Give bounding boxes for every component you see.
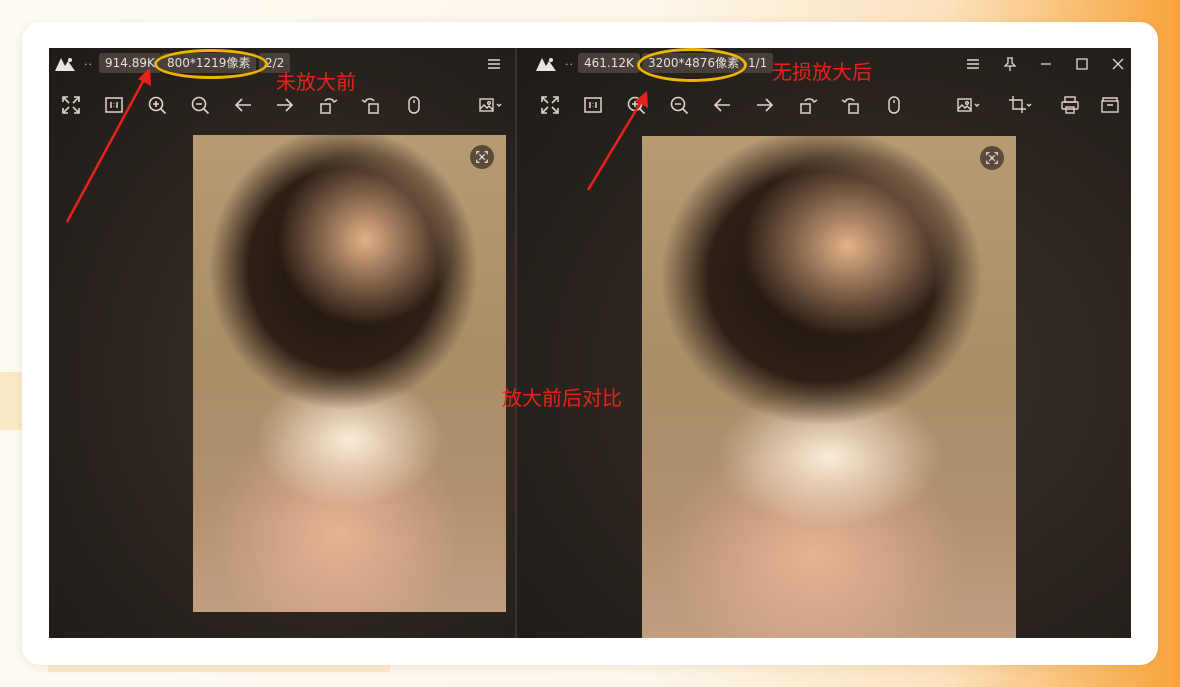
rotate-left-icon[interactable] bbox=[315, 92, 341, 118]
close-icon[interactable] bbox=[1110, 56, 1126, 72]
fit-screen-icon[interactable] bbox=[470, 145, 494, 169]
image-viewer-after: .. 461.12K 3200*4876像素 1/1 bbox=[515, 48, 1131, 638]
annotation-compare: 放大前后对比 bbox=[502, 386, 622, 410]
portrait-image-after bbox=[642, 136, 1016, 638]
file-size-badge: 914.89K bbox=[99, 53, 161, 73]
previous-icon[interactable] bbox=[230, 92, 256, 118]
mouse-icon[interactable] bbox=[881, 92, 907, 118]
next-icon[interactable] bbox=[752, 92, 778, 118]
background-line bbox=[48, 664, 390, 672]
actual-size-icon[interactable] bbox=[101, 92, 127, 118]
app-logo-icon bbox=[536, 58, 556, 71]
rotate-right-icon[interactable] bbox=[358, 92, 384, 118]
fullscreen-icon[interactable] bbox=[537, 92, 563, 118]
zoom-out-icon[interactable] bbox=[187, 92, 213, 118]
actual-size-icon[interactable] bbox=[580, 92, 606, 118]
portrait-image-before bbox=[193, 135, 506, 612]
maximize-icon[interactable] bbox=[1074, 56, 1090, 72]
rotate-left-icon[interactable] bbox=[795, 92, 821, 118]
title-dots: .. bbox=[84, 55, 93, 68]
image-viewer-before: .. 914.89K 800*1219像素 2/2 bbox=[49, 48, 515, 638]
previous-icon[interactable] bbox=[709, 92, 735, 118]
image-options-icon[interactable] bbox=[953, 92, 985, 118]
fullscreen-icon[interactable] bbox=[58, 92, 84, 118]
dimensions-badge: 3200*4876像素 bbox=[642, 53, 746, 73]
app-logo-icon bbox=[55, 58, 75, 71]
viewer-toolbar bbox=[517, 92, 1131, 120]
dimensions-badge: 800*1219像素 bbox=[161, 53, 257, 73]
title-dots: .. bbox=[565, 55, 574, 68]
zoom-in-icon[interactable] bbox=[623, 92, 649, 118]
viewer-toolbar bbox=[49, 92, 515, 120]
page-counter: 1/1 bbox=[742, 53, 774, 73]
menu-icon[interactable] bbox=[486, 56, 502, 72]
zoom-in-icon[interactable] bbox=[144, 92, 170, 118]
fit-screen-icon[interactable] bbox=[980, 146, 1004, 170]
annotation-after: 无损放大后 bbox=[772, 60, 872, 84]
mouse-icon[interactable] bbox=[401, 92, 427, 118]
menu-icon[interactable] bbox=[965, 56, 981, 72]
crop-icon[interactable] bbox=[1005, 92, 1037, 118]
folder-icon[interactable] bbox=[1097, 92, 1123, 118]
minimize-icon[interactable] bbox=[1038, 56, 1054, 72]
pin-icon[interactable] bbox=[1002, 56, 1018, 72]
image-options-icon[interactable] bbox=[475, 92, 507, 118]
annotation-before: 未放大前 bbox=[276, 70, 356, 94]
zoom-out-icon[interactable] bbox=[666, 92, 692, 118]
rotate-right-icon[interactable] bbox=[838, 92, 864, 118]
print-icon[interactable] bbox=[1057, 92, 1083, 118]
next-icon[interactable] bbox=[272, 92, 298, 118]
file-size-badge: 461.12K bbox=[578, 53, 640, 73]
